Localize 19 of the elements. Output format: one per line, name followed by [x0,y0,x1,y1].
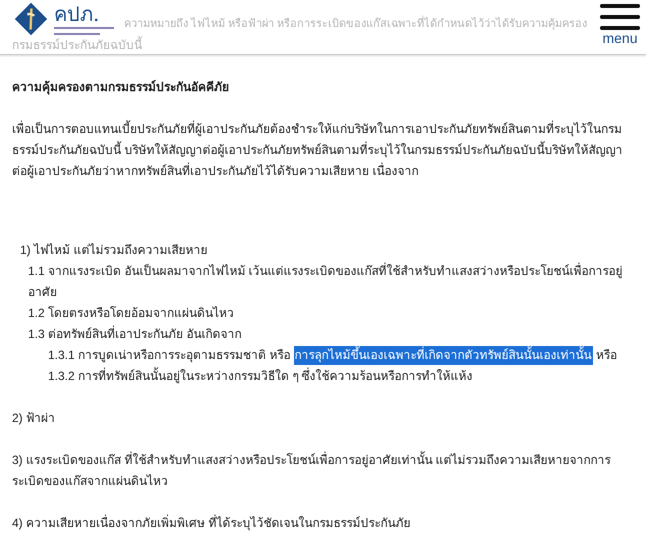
site-logo[interactable]: คปภ. [0,0,114,36]
logo-caption-drawing [54,26,114,36]
list-item: 1.3.1 การบูดเน่าหรือการระอุตามธรรมชาติ หรือ การลุกไหม้ขึ้นเองเฉพาะที่เกิดจากตัวทรัพย์สินนั้นเองเท่านั้น หรือ [12,345,634,366]
paragraph: 3) แรงระเบิดของแก๊ส ที่ใช้สำหรับทำแสงสว่างหรือประโยชน์เพื่อการอยู่อาศัยเท่านั้น แต่ไม่รวมถึงความเสียหายจากการระเบิดของแก๊สจากแผ่นดินไหว [12,450,612,490]
logo-text: คปภ. [54,2,100,26]
menu-button[interactable]: menu [600,0,646,46]
list-item: 1.2 โดยตรงหรือโดยอ้อมจากแผ่นดินไหว [27,305,236,322]
list-item: 1) ไฟไหม้ แต่ไม่รวมถึงความเสียหาย [19,242,208,259]
paragraph: 2) ฟ้าผ่า [12,410,56,427]
paragraph: เพื่อเป็นการตอบแทนเบี้ยประกันภัยที่ผู้เอาประกันภัยต้องชำระให้แก่บริษัทในการเอาประกันภัยทรัพย์สินตามที่ระบุไว้ในกรมธรรม์ประกันภัยฉบับนี้ บริษัทให้สัญญาต่อผู้เอาประกันภัยทรัพย์สินตามที่ระบุไว้ในกรมธรรม์ประกันภัยฉบับนี้บริษัทให้สัญญาต่อผู้เอาประกันภัยว่าหากทรัพย์สินที่เอาประกันภัยไว้ได้รับความเสียหาย เนื่องจาก [12,119,624,180]
menu-icon [600,4,640,30]
list-item: 1.3 ต่อทรัพย์สินที่เอาประกันภัย อันเกิดจาก [27,324,242,343]
emblem-icon [14,2,48,36]
list-item: 1.3.2 การที่ทรัพย์สินนั้นอยู่ในระหว่างกรรมวิธีใด ๆ ซึ่งใช้ความร้อนหรือการทำให้แห้ง [47,366,474,386]
section-heading: ความคุ้มครองตามกรมธรรม์ประกันอัคคีภัย [12,79,230,97]
faded-text: ความหมายถึง ไฟไหม้ หรือฟ้าผ่า หรือการระเบิดของแก๊สเฉพาะที่ได้กำหนดไว้ว่าได้รับความคุ้มครอง [124,16,588,32]
list-item: 1.1 จากแรงระเบิด อันเป็นผลมาจากไฟไหม้ เว้นแต่แรงระเบิดของแก๊สที่ใช้สำหรับทำแสงสว่างหรือประโยชน์เพื่อการอยู่อาศัย [27,262,624,301]
faded-text: กรมธรรม์ประกันภัยฉบับนี้ [12,37,142,53]
paragraph: 4) ความเสียหายเนื่องจากภัยเพิ่มพิเศษ ที่ได้ระบุไว้ชัดเจนในกรมธรรม์ประกันภัย [12,514,412,532]
